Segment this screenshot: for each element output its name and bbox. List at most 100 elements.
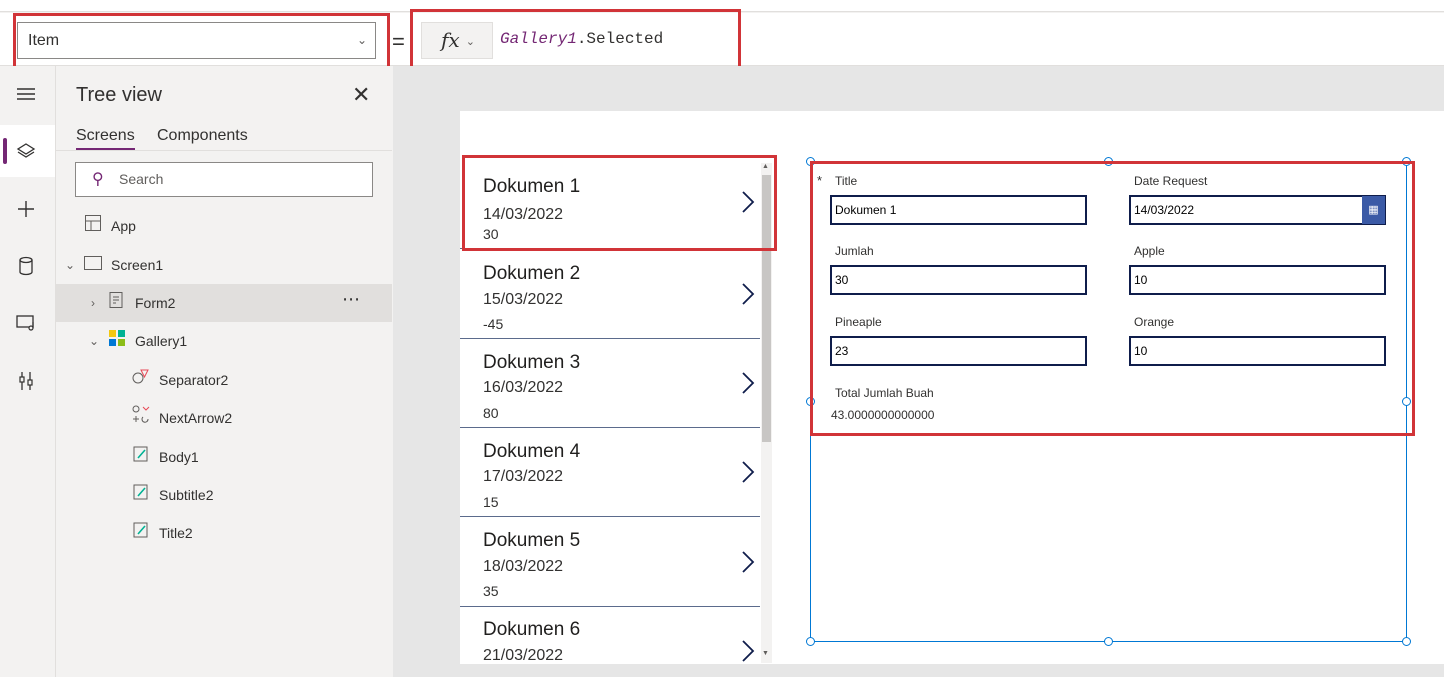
gallery-item-title: Dokumen 1	[483, 176, 581, 197]
tree-item-title2[interactable]: Title2	[56, 514, 392, 552]
title-field[interactable]: Dokumen 1	[830, 195, 1087, 225]
tree-item-label: App	[111, 218, 136, 234]
tree-item-label: Title2	[159, 525, 193, 541]
gallery-item[interactable]: Dokumen 3 16/03/2022 80	[460, 339, 760, 428]
search-input[interactable]: ⚲ Search	[75, 162, 373, 197]
chevron-down-icon: ⌄	[64, 258, 76, 272]
tree-item-nextarrow2[interactable]: NextArrow2	[56, 399, 392, 437]
tree-item-app[interactable]: App	[56, 207, 392, 245]
date-request-value: 14/03/2022	[1134, 203, 1195, 217]
resize-handle[interactable]	[1402, 637, 1411, 646]
tree-item-body1[interactable]: Body1	[56, 438, 392, 476]
resize-handle[interactable]	[1104, 157, 1113, 166]
edit-icon	[131, 477, 151, 515]
next-arrow-icon[interactable]	[738, 371, 758, 395]
tools-icon[interactable]	[12, 367, 40, 395]
field-label-pineaple: Pineaple	[835, 315, 882, 329]
gallery-item[interactable]: Dokumen 5 18/03/2022 35	[460, 518, 760, 607]
gallery-item-body: -45	[483, 316, 504, 332]
edit-icon	[131, 515, 151, 553]
tree-item-label: Separator2	[159, 372, 229, 388]
gallery-item-subtitle: 14/03/2022	[483, 206, 564, 223]
formula-bar: Item ⌄ = fx ⌄ Gallery1.Selected	[0, 13, 1444, 66]
gallery-item-body: 80	[483, 405, 499, 421]
scrollbar-thumb[interactable]	[762, 175, 771, 442]
tree-item-form2[interactable]: › Form2 ⋯	[56, 284, 392, 322]
fx-button[interactable]: fx ⌄	[421, 22, 493, 59]
shapes-icon	[131, 362, 151, 400]
edit-icon	[131, 439, 151, 477]
gallery-item[interactable]: Dokumen 2 15/03/2022 -45	[460, 250, 760, 339]
tab-screens[interactable]: Screens	[76, 127, 135, 150]
more-options-icon[interactable]: ⋯	[342, 280, 361, 318]
tree-view-panel: Tree view ✕ Screens Components ⚲ Search …	[56, 66, 392, 677]
tab-components[interactable]: Components	[157, 127, 248, 145]
next-arrow-icon[interactable]	[738, 282, 758, 306]
resize-handle[interactable]	[806, 637, 815, 646]
fx-label: fx	[441, 28, 460, 52]
tree-item-label: Subtitle2	[159, 487, 214, 503]
gallery-item-title: Dokumen 4	[483, 441, 581, 462]
total-value: 43.0000000000000	[831, 408, 935, 422]
tree-item-subtitle2[interactable]: Subtitle2	[56, 476, 392, 514]
next-arrow-icon[interactable]	[738, 190, 758, 214]
gallery-item-subtitle: 18/03/2022	[483, 558, 564, 575]
scroll-down-icon[interactable]: ▼	[762, 650, 769, 657]
next-arrow-icon[interactable]	[738, 639, 758, 663]
gallery-item[interactable]: Dokumen 6 21/03/2022	[460, 607, 760, 664]
tree-item-label: Body1	[159, 449, 199, 465]
property-dropdown[interactable]: Item ⌄	[17, 22, 376, 59]
resize-handle[interactable]	[1402, 397, 1411, 406]
resize-handle[interactable]	[806, 397, 815, 406]
tree-item-gallery1[interactable]: ⌄ Gallery1	[56, 322, 392, 360]
rail-active-indicator	[3, 138, 7, 164]
form-selection-frame[interactable]	[810, 161, 1407, 642]
gallery-item[interactable]: Dokumen 1 14/03/2022 30	[460, 160, 760, 249]
form-icon	[107, 285, 127, 323]
formula-control-name: Gallery1	[500, 30, 577, 48]
tree-item-label: NextArrow2	[159, 410, 233, 426]
calendar-icon[interactable]: ▦	[1362, 196, 1385, 224]
tree-item-screen1[interactable]: ⌄ Screen1	[56, 246, 392, 284]
close-icon[interactable]: ✕	[352, 82, 370, 108]
database-icon[interactable]	[12, 252, 40, 280]
media-icon[interactable]	[12, 309, 40, 337]
orange-field[interactable]: 10	[1129, 336, 1386, 366]
gallery-item[interactable]: Dokumen 4 17/03/2022 15	[460, 428, 760, 517]
gallery-item-body: 30	[483, 226, 499, 242]
search-placeholder: Search	[119, 171, 164, 187]
field-label-title: Title	[835, 174, 858, 188]
formula-property: .Selected	[576, 30, 664, 48]
gallery-item-title: Dokumen 6	[483, 619, 581, 640]
jumlah-field[interactable]: 30	[830, 265, 1087, 295]
tree-item-separator2[interactable]: Separator2	[56, 361, 392, 399]
field-label-total: Total Jumlah Buah	[835, 386, 934, 400]
next-arrow-icon[interactable]	[738, 550, 758, 574]
screen-icon	[83, 247, 103, 285]
resize-handle[interactable]	[1402, 157, 1411, 166]
layers-icon[interactable]	[12, 137, 40, 165]
gallery-icon	[107, 323, 127, 361]
resize-handle[interactable]	[806, 157, 815, 166]
formula-input[interactable]: Gallery1.Selected	[500, 30, 663, 48]
property-dropdown-value: Item	[28, 32, 60, 49]
next-arrow-icon[interactable]	[738, 460, 758, 484]
tree-item-label: Screen1	[111, 257, 164, 273]
divider	[56, 150, 392, 151]
hamburger-icon[interactable]	[12, 80, 40, 108]
plus-icon[interactable]	[12, 195, 40, 223]
scroll-up-icon[interactable]: ▲	[762, 163, 769, 170]
apple-field[interactable]: 10	[1129, 265, 1386, 295]
pineaple-field[interactable]: 23	[830, 336, 1087, 366]
field-label-orange: Orange	[1134, 315, 1175, 329]
gallery-item-title: Dokumen 5	[483, 530, 581, 551]
field-label-date-request: Date Request	[1134, 174, 1208, 188]
icons-icon	[131, 400, 151, 438]
chevron-down-icon: ⌄	[356, 33, 367, 47]
chevron-down-icon: ⌄	[465, 34, 475, 48]
field-label-jumlah: Jumlah	[835, 244, 874, 258]
tree-item-label: Form2	[135, 295, 176, 311]
date-request-field[interactable]: 14/03/2022 ▦	[1129, 195, 1386, 225]
gallery-item-subtitle: 21/03/2022	[483, 647, 564, 664]
resize-handle[interactable]	[1104, 637, 1113, 646]
